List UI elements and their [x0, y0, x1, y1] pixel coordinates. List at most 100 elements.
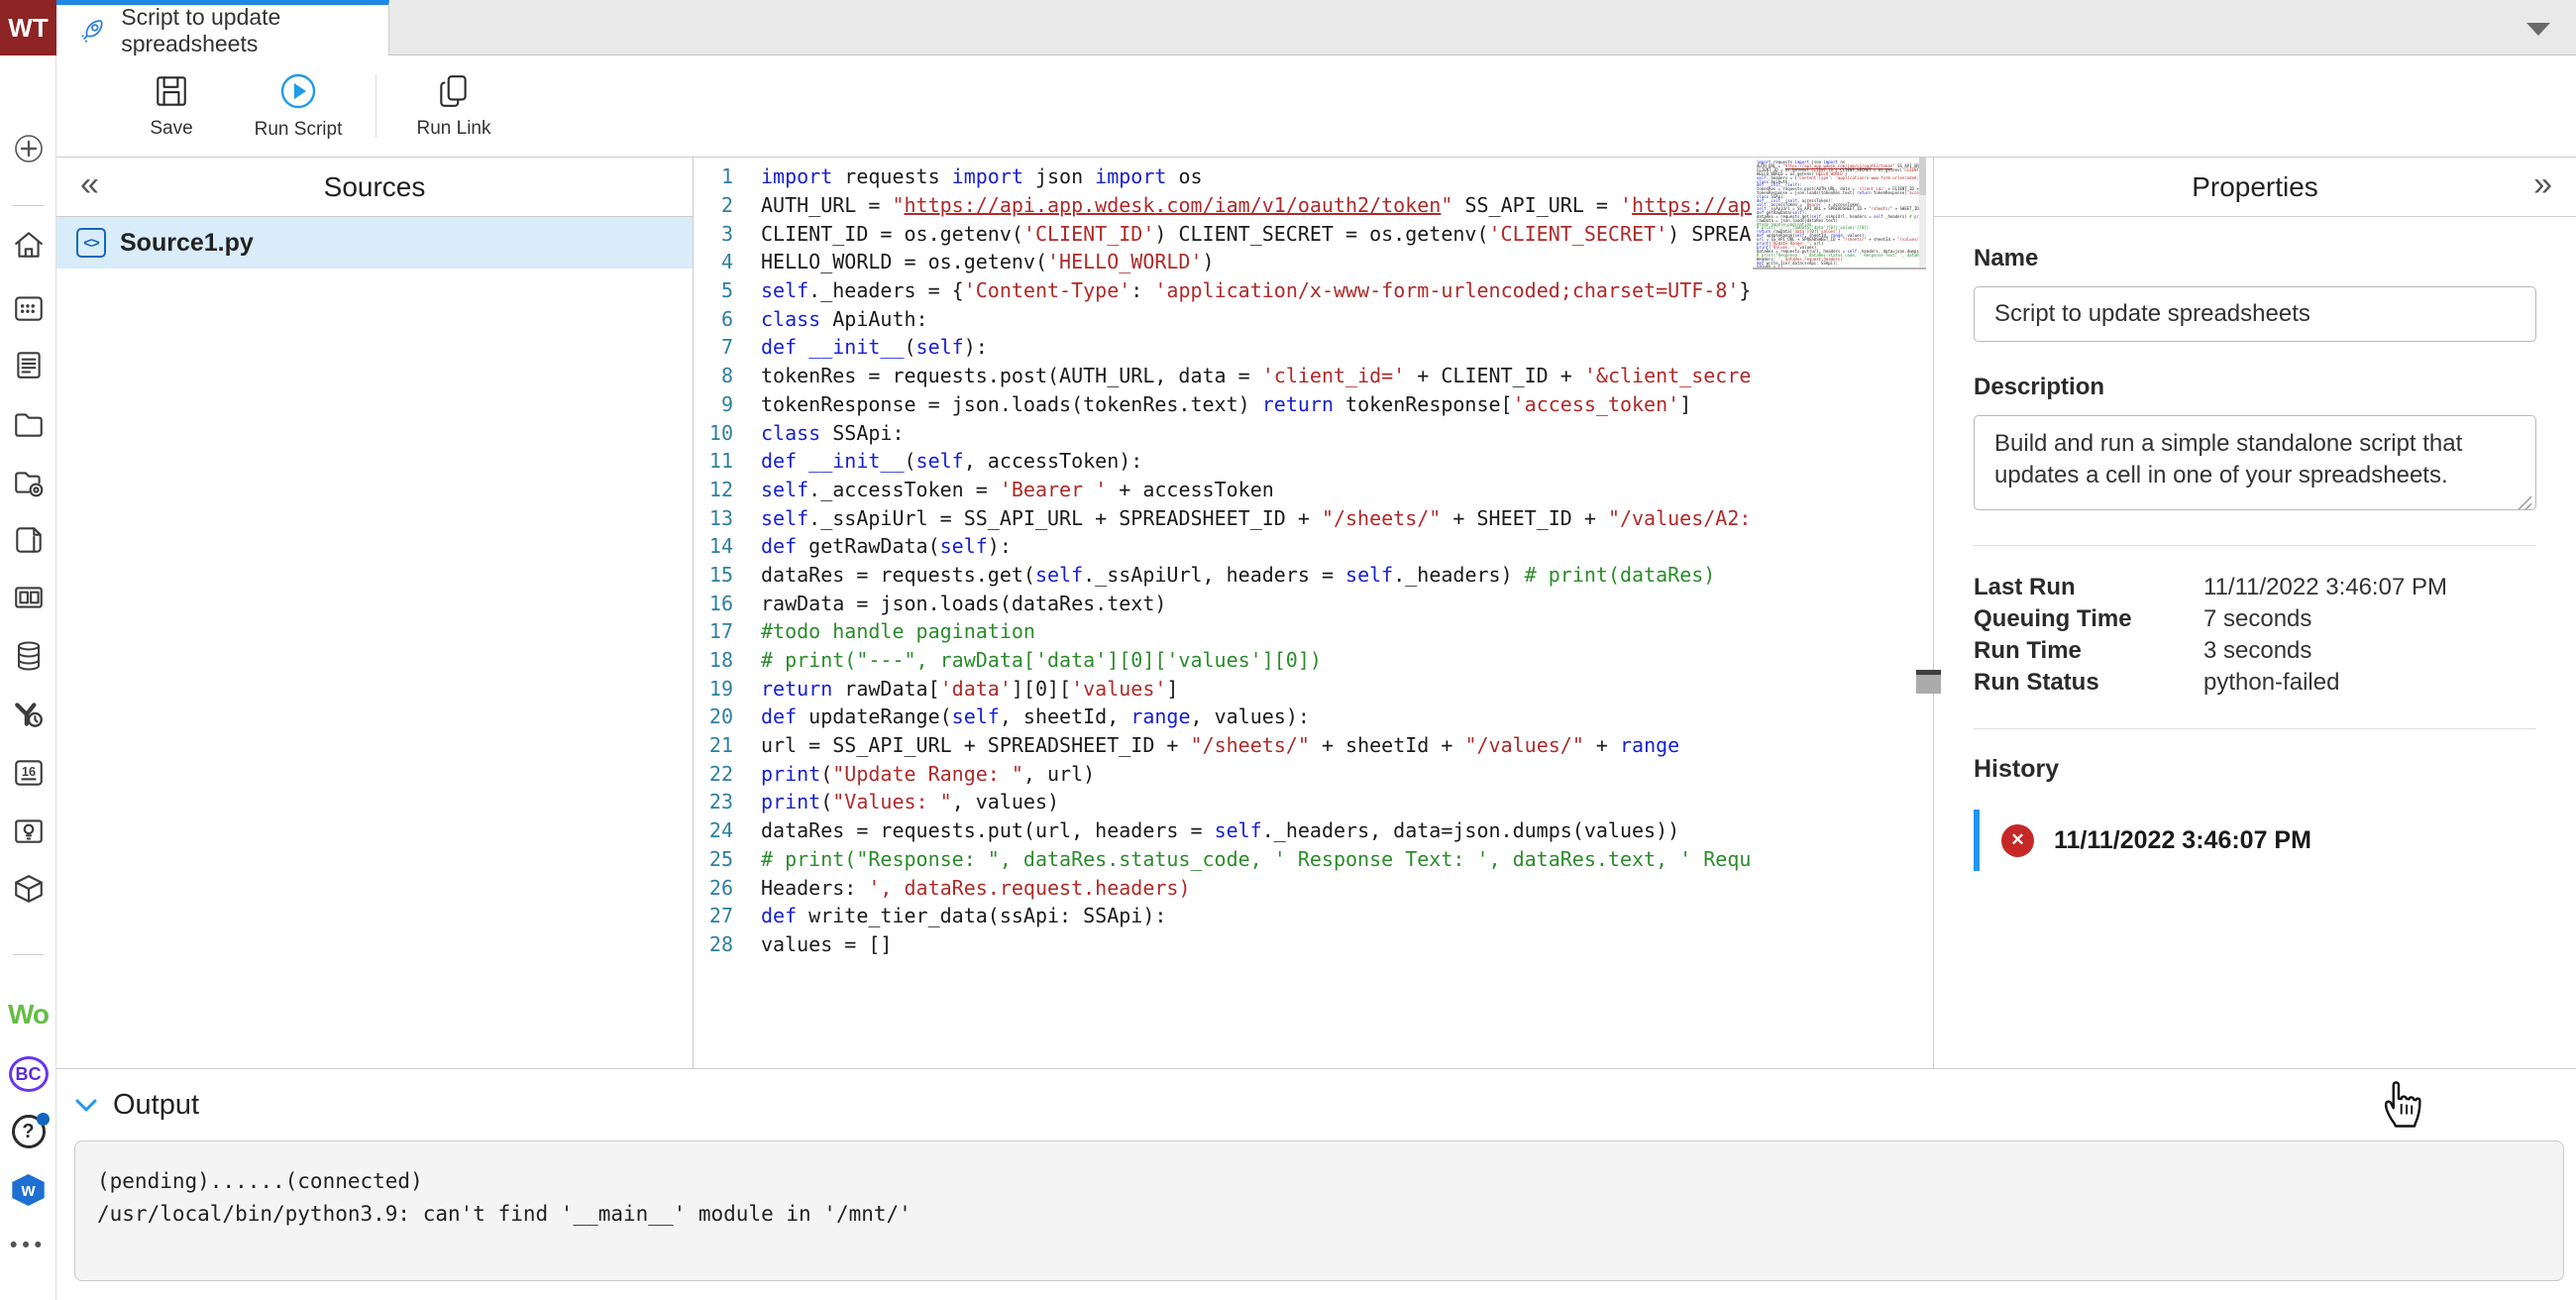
stat-row: Last Run11/11/2022 3:46:07 PM [1974, 572, 2536, 603]
more-options-button[interactable]: ••• [0, 1234, 56, 1257]
code-line[interactable]: 16rawData = json.loads(dataRes.text) [694, 589, 1752, 617]
tools-clock-icon [12, 698, 46, 731]
sidebar-item-tasks[interactable] [0, 698, 56, 731]
code-line[interactable]: 10class SSApi: [694, 418, 1752, 447]
collapse-sources-button[interactable]: « [80, 165, 99, 204]
minimap-scrollbar[interactable] [1919, 158, 1926, 270]
code-line[interactable]: 9tokenResponse = json.loads(tokenRes.tex… [694, 390, 1752, 419]
output-lines: (pending)......(connected)/usr/local/bin… [97, 1165, 2541, 1231]
code-text: def __init__(self, accessToken): [761, 449, 1752, 473]
code-line[interactable]: 26Headers: ', dataRes.request.headers) [694, 873, 1752, 902]
folder-link-icon [12, 466, 46, 499]
sidebar-item-files[interactable] [0, 407, 56, 441]
code-line[interactable]: 14def getRawData(self): [694, 532, 1752, 561]
code-line[interactable]: 22print("Update Range: ", url) [694, 759, 1752, 788]
description-input[interactable]: Build and run a simple standalone script… [1974, 415, 2536, 510]
code-line[interactable]: 2AUTH_URL = "https://api.app.wdesk.com/i… [694, 191, 1752, 220]
sidebar-item-journal[interactable] [0, 523, 56, 557]
code-line[interactable]: 5self._headers = {'Content-Type': 'appli… [694, 276, 1752, 305]
app-logo[interactable]: WT [0, 0, 56, 55]
code-line[interactable]: 1import requests import json import os [694, 162, 1752, 191]
code-line[interactable]: 24dataRes = requests.put(url, headers = … [694, 816, 1752, 845]
sidebar-divider [13, 954, 44, 955]
sidebar-item-data[interactable] [0, 639, 56, 673]
code-minimap[interactable]: import requests import json import osAUT… [1753, 158, 1926, 270]
output-section: Output (pending)......(connected)/usr/lo… [56, 1068, 2576, 1300]
panel-resize-handle[interactable] [1916, 670, 1941, 694]
code-line[interactable]: 15dataRes = requests.get(self._ssApiUrl,… [694, 561, 1752, 590]
calendar-grid-icon [12, 291, 46, 325]
sidebar-divider [13, 205, 44, 206]
tab-strip: Script to update spreadsheets [56, 0, 2576, 55]
sidebar-item-linked-files[interactable] [0, 466, 56, 499]
sidebar-item-home[interactable] [0, 228, 56, 262]
stat-row: Run Time3 seconds [1974, 635, 2536, 667]
name-input[interactable] [1974, 286, 2536, 342]
sidebar-item-requests[interactable] [0, 814, 56, 848]
sidebar-item-notes[interactable] [0, 348, 56, 381]
code-line[interactable]: 13self._ssApiUrl = SS_API_URL + SPREADSH… [694, 503, 1752, 532]
run-script-icon [278, 71, 318, 111]
stat-label: Last Run [1974, 574, 2203, 601]
code-line[interactable]: 4HELLO_WORLD = os.getenv('HELLO_WORLD') [694, 248, 1752, 276]
code-editor[interactable]: 1import requests import json import os2A… [694, 157, 1933, 1068]
code-text: return rawData['data'][0]['values'] [761, 677, 1752, 701]
line-number: 28 [694, 932, 761, 956]
tab-script[interactable]: Script to update spreadsheets [56, 0, 389, 55]
sidebar-item-dashboards[interactable] [0, 581, 56, 614]
code-line[interactable]: 23print("Values: ", values) [694, 788, 1752, 816]
code-line[interactable]: 12self._accessToken = 'Bearer ' + access… [694, 476, 1752, 504]
line-number: 5 [694, 278, 761, 302]
source-item-source1[interactable]: <> Source1.py [56, 217, 693, 269]
code-line[interactable]: 6class ApiAuth: [694, 304, 1752, 333]
line-number: 19 [694, 677, 761, 701]
sidebar-item-calendar[interactable] [0, 291, 56, 325]
workiva-badge[interactable]: w [0, 1174, 56, 1206]
line-number: 14 [694, 534, 761, 558]
line-number: 9 [694, 392, 761, 416]
code-line[interactable]: 19return rawData['data'][0]['values'] [694, 674, 1752, 703]
output-console[interactable]: (pending)......(connected)/usr/local/bin… [74, 1140, 2564, 1281]
code-line[interactable]: 18# print("---", rawData['data'][0]['val… [694, 646, 1752, 675]
minimap-scroll-thumb[interactable] [1919, 158, 1926, 195]
code-line[interactable]: 7def __init__(self): [694, 333, 1752, 362]
code-line[interactable]: 8tokenRes = requests.post(AUTH_URL, data… [694, 362, 1752, 390]
sidebar-item-dates[interactable]: 16 [0, 756, 56, 790]
output-header[interactable]: Output [56, 1069, 2576, 1122]
code-text: tokenResponse = json.loads(tokenRes.text… [761, 392, 1752, 416]
user-avatar[interactable]: BC [0, 1056, 56, 1092]
journal-icon [12, 523, 46, 557]
avatar-initials: BC [9, 1056, 49, 1092]
properties-divider [1974, 545, 2536, 546]
history-item[interactable]: ✕ 11/11/2022 3:46:07 PM [1974, 810, 2536, 871]
code-line[interactable]: 28values = [] [694, 930, 1752, 959]
properties-header: Properties » [1934, 158, 2576, 217]
line-number: 2 [694, 193, 761, 217]
tab-overflow-caret[interactable] [2526, 23, 2550, 36]
save-button[interactable]: Save [108, 64, 235, 148]
wo-logo[interactable]: Wo [0, 999, 56, 1030]
help-button[interactable]: ? [0, 1115, 56, 1148]
left-sidebar: 16 Wo BC ? w ••• [0, 0, 56, 1300]
minimap-lines: import requests import json import osAUT… [1757, 161, 1916, 269]
line-number: 17 [694, 619, 761, 643]
code-line[interactable]: 27def write_tier_data(ssApi: SSApi): [694, 902, 1752, 930]
code-line[interactable]: 20def updateRange(self, sheetId, range, … [694, 703, 1752, 731]
code-lines[interactable]: 1import requests import json import os2A… [694, 162, 1752, 958]
tab-title: Script to update spreadsheets [121, 4, 388, 57]
run-script-button[interactable]: Run Script [235, 64, 362, 148]
code-line[interactable]: 21url = SS_API_URL + SPREADSHEET_ID + "/… [694, 731, 1752, 760]
code-text: def updateRange(self, sheetId, range, va… [761, 704, 1752, 728]
sidebar-item-packages[interactable] [0, 872, 56, 906]
code-text: self._ssApiUrl = SS_API_URL + SPREADSHEE… [761, 506, 1752, 530]
inbox-bulb-icon [12, 814, 46, 848]
code-line[interactable]: 11def __init__(self, accessToken): [694, 447, 1752, 476]
create-new-button[interactable] [0, 131, 56, 166]
description-label: Description [1974, 374, 2536, 401]
code-line[interactable]: 17#todo handle pagination [694, 617, 1752, 646]
collapse-properties-button[interactable]: » [2533, 165, 2552, 204]
code-line[interactable]: 3CLIENT_ID = os.getenv('CLIENT_ID') CLIE… [694, 219, 1752, 248]
run-link-button[interactable]: Run Link [390, 64, 517, 148]
code-line[interactable]: 25# print("Response: ", dataRes.status_c… [694, 845, 1752, 874]
history-active-bar [1974, 810, 1980, 871]
